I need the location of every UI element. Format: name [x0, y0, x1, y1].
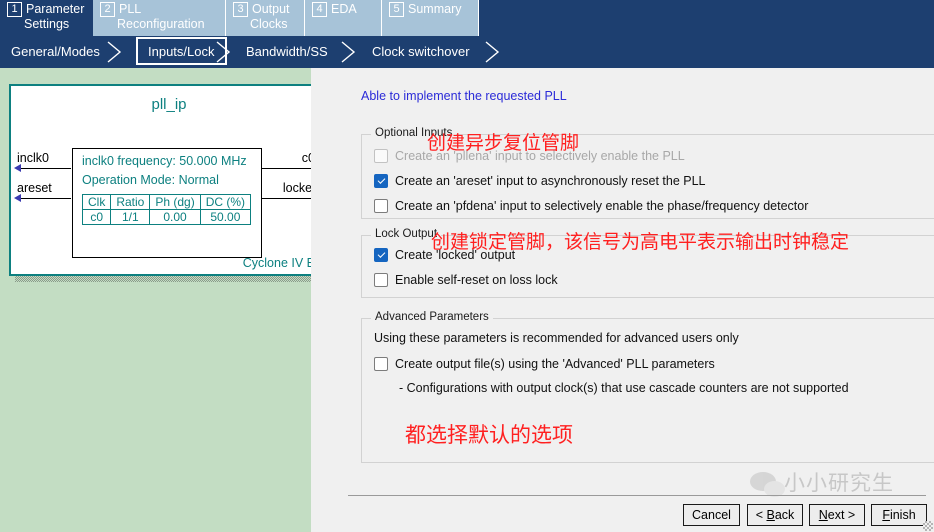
info-mode: Operation Mode: Normal	[82, 173, 219, 187]
device-family-label: Cyclone IV E	[242, 256, 315, 270]
tab-summary[interactable]: 5 Summary	[382, 0, 479, 36]
clock-settings-table: Clk Ratio Ph (dg) DC (%) c0 1/1 0.00 50.…	[81, 194, 252, 225]
pin-arrow-inclk0	[14, 164, 21, 172]
cell-duty: 50.00	[199, 209, 252, 225]
finish-button[interactable]: Finish	[871, 504, 927, 526]
tab-label-line1: Output	[252, 2, 290, 16]
options-pane: Able to implement the requested PLL Opti…	[311, 68, 934, 532]
resize-grip[interactable]	[923, 521, 933, 531]
checkbox-locked-output[interactable]	[374, 248, 388, 262]
group-title-advanced-parameters: Advanced Parameters	[371, 311, 493, 323]
breadcrumb-inputs-lock[interactable]: Inputs/Lock	[136, 37, 227, 65]
tab-pll-reconfiguration[interactable]: 2 PLL Reconfiguration	[93, 0, 226, 36]
status-message: Able to implement the requested PLL	[361, 89, 567, 103]
chevron-right-icon	[485, 41, 500, 63]
cell-phase: 0.00	[149, 209, 201, 225]
pin-wire-c0	[262, 168, 314, 169]
tab-parameter-settings[interactable]: 1 Parameter Settings	[0, 0, 93, 36]
table-row: c0 1/1 0.00 50.00	[81, 209, 252, 225]
chevron-right-icon	[216, 41, 231, 63]
chevron-right-icon	[341, 41, 356, 63]
checkbox-advanced-output-files[interactable]	[374, 357, 388, 371]
checkbox-areset[interactable]	[374, 174, 388, 188]
footer-divider	[348, 495, 926, 496]
tab-number: 2	[100, 2, 115, 17]
checkbox-pllena[interactable]	[374, 149, 388, 163]
annotation-locked: 创建锁定管脚，该信号为高电平表示输出时钟稳定	[431, 231, 850, 253]
checkbox-label-areset: Create an 'areset' input to asynchronous…	[395, 174, 706, 188]
tab-number: 1	[7, 2, 22, 17]
th-ratio: Ratio	[110, 194, 151, 210]
breadcrumb-clock-switchover[interactable]: Clock switchover	[372, 36, 470, 68]
block-symbol-pane: pll_ip inclk0 areset c0 locked inclk0 fr…	[0, 68, 331, 532]
tab-label-line2: Reconfiguration	[117, 17, 205, 31]
tab-number: 4	[312, 2, 327, 17]
pin-arrow-areset	[14, 194, 21, 202]
tab-eda[interactable]: 4 EDA	[305, 0, 382, 36]
checkbox-label-self-reset: Enable self-reset on loss lock	[395, 273, 558, 287]
symbol-shadow-bottom	[15, 276, 331, 282]
th-clk: Clk	[81, 194, 112, 210]
back-button[interactable]: < Back	[747, 504, 803, 526]
tab-label-line1: Parameter	[26, 2, 85, 16]
pin-label-areset: areset	[17, 181, 52, 195]
annotation-areset: 创建异步复位管脚	[427, 132, 580, 154]
breadcrumb: General/Modes Inputs/Lock Bandwidth/SS C…	[0, 36, 934, 68]
advanced-subnote: - Configurations with output clock(s) th…	[399, 381, 849, 395]
advanced-note: Using these parameters is recommended fo…	[374, 331, 739, 345]
tab-label-line1: Summary	[408, 2, 462, 16]
pin-wire-locked	[262, 198, 314, 199]
cancel-button[interactable]: Cancel	[683, 504, 740, 526]
table-header-row: Clk Ratio Ph (dg) DC (%)	[81, 194, 252, 210]
symbol-title: pll_ip	[151, 96, 187, 113]
info-frequency: inclk0 frequency: 50.000 MHz	[82, 154, 247, 168]
tab-label-line2: Settings	[24, 17, 70, 31]
chevron-right-icon	[107, 41, 122, 63]
watermark-text: 小小研究生	[784, 471, 894, 495]
cell-clk: c0	[81, 209, 112, 225]
tab-label-line2: Clocks	[250, 17, 288, 31]
pin-wire-inclk0	[19, 168, 71, 169]
checkbox-pfdena[interactable]	[374, 199, 388, 213]
tab-label-line1: PLL	[119, 2, 142, 16]
annotation-defaults: 都选择默认的选项	[405, 423, 573, 447]
tab-label-line1: EDA	[331, 2, 357, 16]
breadcrumb-bandwidth-ss[interactable]: Bandwidth/SS	[246, 36, 328, 68]
pin-label-inclk0: inclk0	[17, 151, 49, 165]
th-phase: Ph (dg)	[149, 194, 201, 210]
tab-output-clocks[interactable]: 3 Output Clocks	[226, 0, 305, 36]
next-button[interactable]: Next >	[809, 504, 865, 526]
symbol-info-box: inclk0 frequency: 50.000 MHz Operation M…	[72, 148, 262, 258]
pin-wire-areset	[19, 198, 71, 199]
wizard-step-tabs: 1 Parameter Settings 2 PLL Reconfiguration…	[0, 0, 934, 36]
th-duty: DC (%)	[199, 194, 252, 210]
checkbox-self-reset[interactable]	[374, 273, 388, 287]
pll-block-symbol: pll_ip inclk0 areset c0 locked inclk0 fr…	[9, 84, 325, 276]
breadcrumb-general-modes[interactable]: General/Modes	[11, 36, 100, 68]
tab-number: 5	[389, 2, 404, 17]
checkbox-label-pfdena: Create an 'pfdena' input to selectively …	[395, 199, 809, 213]
tab-number: 3	[233, 2, 248, 17]
checkbox-label-advanced-output-files: Create output file(s) using the 'Advance…	[395, 357, 715, 371]
cell-ratio: 1/1	[110, 209, 151, 225]
